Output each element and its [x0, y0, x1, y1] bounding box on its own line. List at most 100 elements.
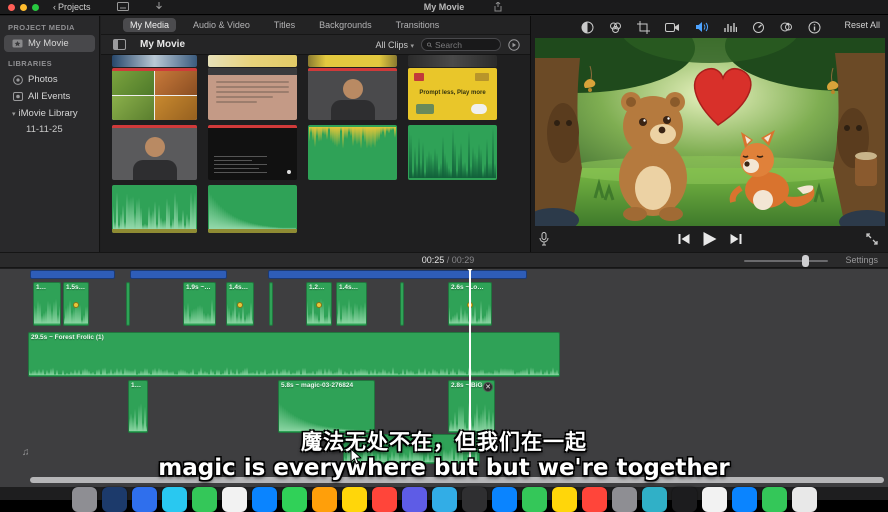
window-titlebar: ‹ Projects My Movie — [0, 0, 888, 15]
clip-label: 29.5s ~ Forest Frolic (1) — [31, 334, 557, 341]
tab-titles[interactable]: Titles — [267, 18, 302, 32]
sidebar-item-my-movie[interactable]: My Movie — [4, 35, 95, 52]
sidebar-item-label: Photos — [28, 74, 58, 85]
window-title: My Movie — [0, 2, 888, 12]
clip-info-icon[interactable] — [808, 21, 821, 34]
title-bar-clip[interactable] — [130, 270, 227, 279]
disclosure-chevron-icon[interactable]: ▾ — [12, 110, 16, 118]
media-thumbnail-prompt-card[interactable]: Prompt less, Play more — [408, 68, 497, 120]
media-thumbnail-screen-recording[interactable] — [208, 125, 297, 180]
audio-level-bar — [112, 229, 197, 233]
delete-clip-icon[interactable]: ✕ — [483, 382, 493, 392]
next-frame-button[interactable] — [730, 234, 741, 244]
timeline-clip[interactable]: 1… — [33, 282, 61, 326]
crop-icon[interactable] — [637, 21, 650, 34]
viewer-panel: Reset All — [530, 16, 888, 252]
title-bar-clip[interactable] — [268, 270, 527, 279]
clip-filter-value: All Clips — [375, 40, 408, 50]
document-text-lines — [208, 78, 297, 103]
mouse-cursor — [350, 448, 362, 465]
sidebar-item-photos[interactable]: Photos — [0, 71, 99, 88]
tab-audio-video[interactable]: Audio & Video — [186, 18, 257, 32]
media-thumbnail[interactable] — [208, 55, 297, 67]
media-thumbnail-audio[interactable] — [408, 125, 497, 180]
back-to-projects-button[interactable]: ‹ Projects — [53, 2, 91, 12]
media-thumbnail-document[interactable] — [208, 68, 297, 120]
photos-icon — [12, 75, 23, 84]
timeline-clip[interactable] — [400, 282, 404, 326]
transport-controls — [531, 226, 888, 252]
tab-backgrounds[interactable]: Backgrounds — [312, 18, 379, 32]
sidebar-item-all-events[interactable]: All Events — [0, 88, 99, 105]
tab-transitions[interactable]: Transitions — [389, 18, 447, 32]
timeline-clip[interactable]: 1.4s… — [336, 282, 367, 326]
play-button[interactable] — [703, 232, 716, 246]
zoom-window-button[interactable] — [32, 4, 39, 11]
libraries-heading: LIBRARIES — [0, 52, 99, 71]
media-thumbnail[interactable] — [308, 55, 397, 67]
timeline-clip[interactable]: 1.4s… — [226, 282, 254, 326]
storyboard-grid — [112, 71, 197, 120]
download-arrow-icon[interactable] — [155, 2, 163, 13]
media-browser-grid: Prompt less, Play more — [101, 55, 530, 252]
sidebar-toggle-icon[interactable] — [113, 39, 126, 50]
clip-filter-dropdown[interactable]: All Clips ▾ — [375, 40, 414, 50]
media-thumbnail[interactable] — [112, 55, 197, 67]
clip-label: 1.4s… — [339, 284, 364, 291]
share-icon[interactable] — [494, 2, 502, 14]
sidebar-item-label: iMovie Library — [19, 108, 78, 119]
import-media-icon[interactable] — [117, 2, 129, 13]
media-thumbnail-presenter[interactable] — [308, 68, 397, 120]
media-thumbnail-audio[interactable] — [208, 185, 297, 233]
clip-label: 1.4s… — [229, 284, 251, 291]
media-thumbnail-audio[interactable] — [112, 185, 197, 233]
timeline-clip[interactable]: 1.9s ~… — [183, 282, 216, 326]
media-thumbnail[interactable] — [408, 55, 497, 67]
noise-reduction-icon[interactable] — [724, 22, 737, 33]
sidebar-item-label: My Movie — [28, 38, 69, 49]
speed-icon[interactable] — [752, 21, 765, 33]
media-browser-title: My Movie — [140, 39, 185, 50]
zoom-slider-thumb[interactable] — [802, 255, 809, 267]
color-balance-icon[interactable] — [581, 21, 594, 34]
range-marker-icon — [73, 302, 79, 308]
color-correction-icon[interactable] — [609, 21, 622, 34]
timecode-display: 00:25 / 00:29 — [388, 255, 508, 265]
skim-playback-icon[interactable] — [508, 39, 520, 51]
media-thumbnail-cartoon-grid[interactable] — [112, 68, 197, 120]
person-figure — [331, 100, 375, 120]
clip-label: 1.9s ~… — [186, 284, 213, 291]
clip-filter-icon[interactable] — [780, 21, 793, 33]
clip-label: 5.8s ~ magic-03-276824 — [281, 382, 372, 389]
timeline-zoom-slider[interactable] — [744, 260, 828, 262]
clip-marker-bar — [112, 125, 197, 128]
volume-icon[interactable] — [695, 21, 709, 33]
timeline-clip[interactable]: 1.5s… — [63, 282, 89, 326]
stabilization-icon[interactable] — [665, 22, 680, 33]
fullscreen-icon[interactable] — [866, 233, 878, 245]
chevron-left-icon: ‹ — [53, 2, 56, 12]
sidebar-item-imovie-library[interactable]: ▾ iMovie Library — [0, 105, 99, 122]
timeline-clip[interactable] — [269, 282, 273, 326]
sidebar-item-library-date[interactable]: 11-11-25 — [0, 122, 99, 137]
title-bar-clip[interactable] — [30, 270, 115, 279]
timeline-settings-button[interactable]: Settings — [845, 255, 878, 265]
sidebar-item-label: All Events — [28, 91, 70, 102]
minimize-window-button[interactable] — [20, 4, 27, 11]
voiceover-mic-icon[interactable] — [539, 232, 549, 246]
reset-all-button[interactable]: Reset All — [844, 20, 880, 30]
search-input[interactable] — [435, 40, 495, 50]
previous-frame-button[interactable] — [678, 234, 689, 244]
media-thumbnail-presenter[interactable] — [112, 125, 197, 180]
timeline-clip[interactable] — [126, 282, 130, 326]
search-field[interactable] — [421, 38, 501, 51]
playhead-marker[interactable] — [465, 269, 475, 272]
timeline-clip[interactable]: 1.2… — [306, 282, 332, 326]
timeline-clip[interactable]: 29.5s ~ Forest Frolic (1) — [28, 332, 560, 377]
media-thumbnail-audio[interactable] — [308, 125, 397, 180]
clip-label: 1… — [131, 382, 145, 389]
person-figure — [133, 160, 177, 180]
tab-my-media[interactable]: My Media — [123, 18, 176, 32]
person-figure — [145, 137, 165, 157]
close-window-button[interactable] — [8, 4, 15, 11]
